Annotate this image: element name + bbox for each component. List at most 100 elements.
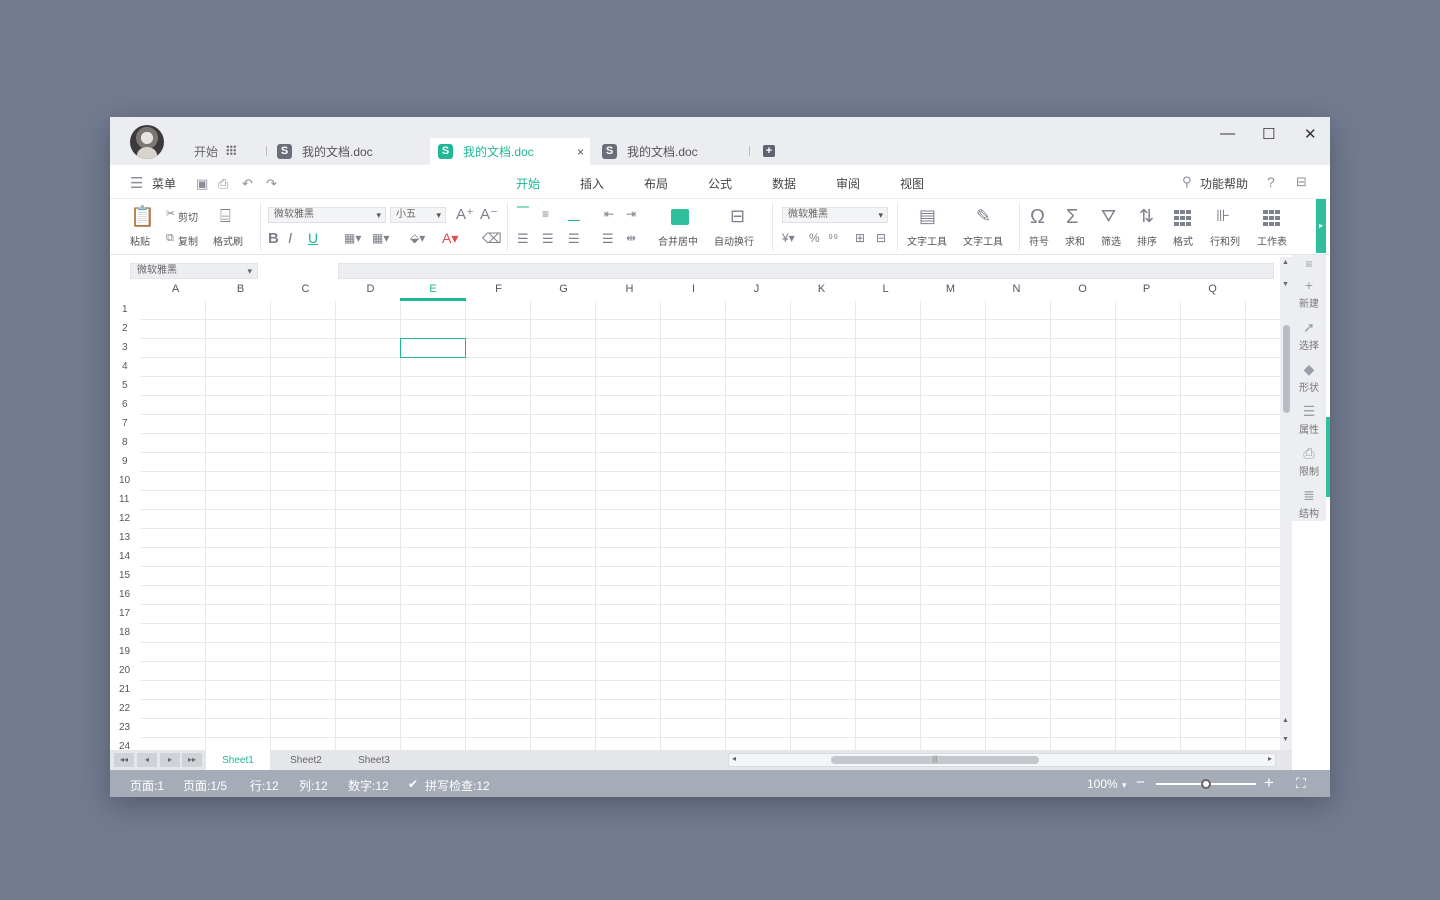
row-header[interactable]: 2: [110, 323, 141, 334]
redo-icon[interactable]: ↷: [266, 176, 277, 192]
column-header[interactable]: J: [724, 283, 789, 295]
align-center-icon[interactable]: ☰: [542, 232, 554, 245]
row-col-button[interactable]: 行和列: [1210, 233, 1240, 248]
zoom-in-button[interactable]: +: [1264, 773, 1274, 793]
tab-layout[interactable]: 布局: [644, 175, 668, 192]
collapse-ribbon-icon[interactable]: ⊟: [1296, 174, 1307, 190]
row-header[interactable]: 20: [110, 665, 141, 676]
tab-review[interactable]: 审阅: [836, 175, 860, 192]
avatar[interactable]: [130, 125, 164, 159]
increase-indent-icon[interactable]: ⇥: [626, 208, 636, 220]
sort-button[interactable]: 排序: [1137, 233, 1157, 248]
row-header[interactable]: 24: [110, 741, 141, 750]
document-tab-2[interactable]: S 我的文档.doc ×: [430, 138, 590, 165]
worksheet-icon[interactable]: [1263, 210, 1281, 226]
tab-start[interactable]: 开始: [516, 175, 540, 192]
align-left-icon[interactable]: ☰: [517, 232, 529, 245]
vertical-scroll-thumb[interactable]: [1283, 325, 1290, 413]
help-search-button[interactable]: 功能帮助: [1200, 175, 1248, 192]
undo-icon[interactable]: ↶: [242, 176, 253, 192]
align-top-icon[interactable]: ⎺: [517, 206, 529, 218]
document-tab-1[interactable]: S 我的文档.doc: [277, 138, 427, 165]
row-header[interactable]: 6: [110, 399, 141, 410]
font-size-select[interactable]: 小五: [390, 207, 446, 223]
sidebar-item-restrict[interactable]: ⎙ 限制: [1292, 445, 1326, 478]
row-header[interactable]: 21: [110, 684, 141, 695]
sum-button[interactable]: 求和: [1065, 233, 1085, 248]
row-header[interactable]: 11: [110, 494, 141, 505]
minimize-button[interactable]: —: [1220, 125, 1235, 142]
row-header[interactable]: 17: [110, 608, 141, 619]
row-header[interactable]: 18: [110, 627, 141, 638]
column-header[interactable]: F: [466, 283, 531, 295]
column-header[interactable]: M: [918, 283, 983, 295]
column-header[interactable]: L: [853, 283, 918, 295]
zoom-out-button[interactable]: −: [1136, 774, 1145, 791]
column-header[interactable]: P: [1114, 283, 1179, 295]
symbol-icon[interactable]: Ω: [1030, 207, 1045, 227]
row-header[interactable]: 13: [110, 532, 141, 543]
align-middle-icon[interactable]: ≡: [542, 208, 549, 220]
format-painter-button[interactable]: 格式刷: [213, 233, 243, 248]
cell-style-icon[interactable]: ▦▾: [372, 232, 389, 244]
clear-format-icon[interactable]: ⌫: [482, 231, 502, 245]
row-header[interactable]: 22: [110, 703, 141, 714]
worksheet-button[interactable]: 工作表: [1257, 233, 1287, 248]
horizontal-scroll-thumb[interactable]: |||: [831, 756, 1039, 764]
scroll-right-icon[interactable]: ▸: [1268, 754, 1272, 763]
merge-center-icon[interactable]: [671, 209, 689, 225]
maximize-button[interactable]: ☐: [1262, 125, 1275, 143]
row-header[interactable]: 14: [110, 551, 141, 562]
text-tool-button-1[interactable]: 文字工具: [907, 233, 947, 248]
column-header[interactable]: A: [143, 283, 208, 295]
search-icon[interactable]: ⚲: [1182, 174, 1192, 190]
zoom-slider-handle[interactable]: [1201, 779, 1211, 789]
scroll-down-icon[interactable]: ▼: [1282, 281, 1289, 288]
column-header[interactable]: O: [1050, 283, 1115, 295]
column-header[interactable]: G: [531, 283, 596, 295]
tab-data[interactable]: 数据: [772, 175, 796, 192]
column-header[interactable]: N: [984, 283, 1049, 295]
sidebar-item-select[interactable]: ➚ 选择: [1292, 319, 1326, 352]
tab-insert[interactable]: 插入: [580, 175, 604, 192]
new-tab-button[interactable]: +: [763, 145, 775, 157]
next-sheet-icon[interactable]: ▸: [160, 753, 180, 767]
paste-icon[interactable]: 📋: [130, 207, 155, 227]
status-spell-check[interactable]: 拼写检查:12: [425, 777, 490, 794]
prev-sheet-icon[interactable]: ◂: [137, 753, 157, 767]
copy-icon[interactable]: ⧉: [166, 233, 174, 244]
increase-decimal-icon[interactable]: ⊞: [855, 232, 865, 244]
last-sheet-icon[interactable]: ▸▸: [182, 753, 202, 767]
row-header[interactable]: 1: [110, 304, 141, 315]
formula-input[interactable]: [338, 263, 1274, 279]
paste-button-label[interactable]: 粘贴: [130, 233, 150, 248]
percent-icon[interactable]: %: [809, 232, 820, 244]
sidebar-item-new[interactable]: + 新建: [1292, 277, 1326, 310]
underline-icon[interactable]: U: [308, 231, 318, 245]
menu-button[interactable]: 菜单: [152, 175, 176, 192]
zoom-select[interactable]: 100%: [1087, 777, 1118, 791]
sidebar-item-properties[interactable]: ☰ 属性: [1292, 403, 1326, 436]
scroll-page-up-icon[interactable]: ▲: [1282, 717, 1289, 724]
column-header[interactable]: B: [208, 283, 273, 295]
format-button[interactable]: 格式: [1173, 233, 1193, 248]
row-header[interactable]: 9: [110, 456, 141, 467]
sum-icon[interactable]: Σ: [1066, 207, 1078, 227]
horizontal-scrollbar[interactable]: ◂ ||| ▸: [728, 753, 1276, 767]
thousands-icon[interactable]: ⁹⁹: [828, 232, 838, 244]
document-tab-3[interactable]: S 我的文档.doc: [602, 138, 752, 165]
sheet-tab-1[interactable]: Sheet1: [206, 750, 270, 770]
ribbon-expand-tab[interactable]: ▸: [1316, 199, 1326, 253]
font-name-select[interactable]: 微软雅黑: [268, 207, 386, 223]
home-tab[interactable]: 开始: [194, 143, 218, 160]
cell-grid[interactable]: [141, 301, 1280, 750]
column-header[interactable]: I: [661, 283, 726, 295]
cut-icon[interactable]: ✂: [166, 209, 175, 220]
scroll-up-icon[interactable]: ▲: [1282, 259, 1289, 266]
scroll-left-icon[interactable]: ◂: [732, 754, 736, 763]
font-color-icon[interactable]: A▾: [442, 231, 458, 245]
scroll-page-down-icon[interactable]: ▼: [1282, 736, 1289, 743]
sort-icon[interactable]: ⇅: [1139, 207, 1154, 225]
column-header[interactable]: H: [597, 283, 662, 295]
filter-button[interactable]: 筛选: [1101, 233, 1121, 248]
